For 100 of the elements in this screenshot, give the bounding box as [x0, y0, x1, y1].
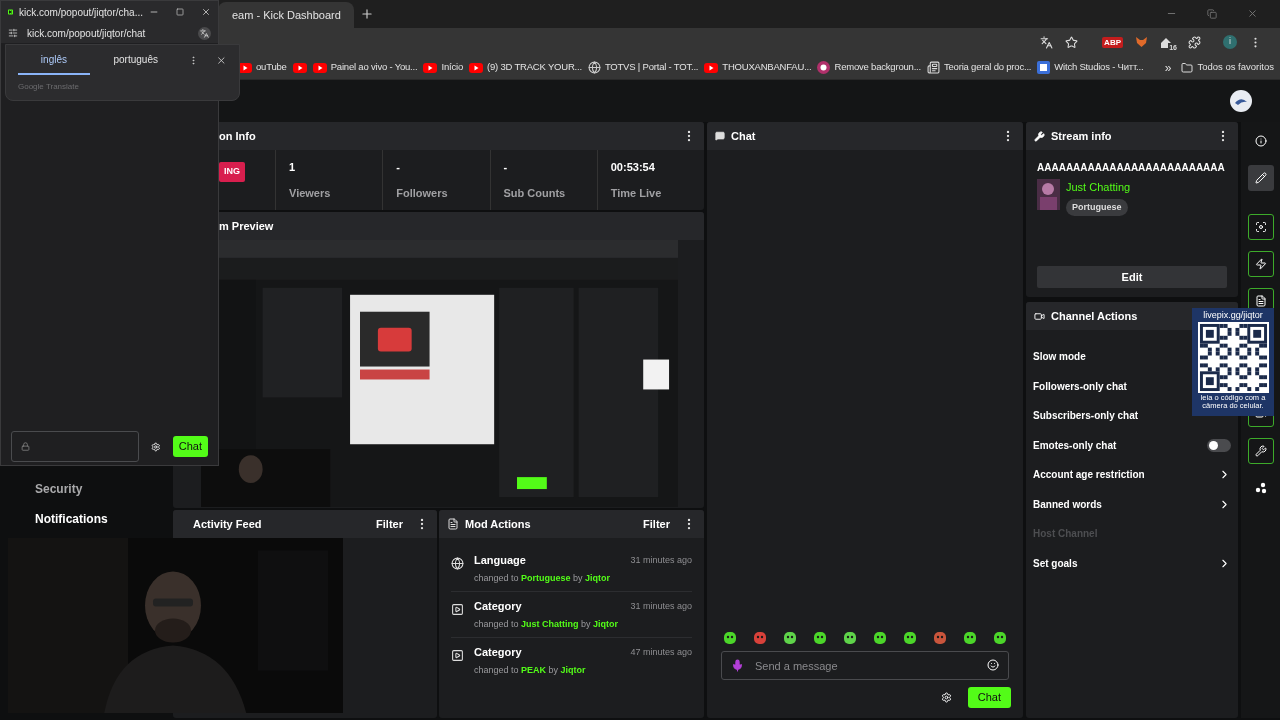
browser-tab[interactable]: eam - Kick Dashboard [218, 2, 354, 28]
message-input[interactable]: Send a message [721, 651, 1009, 680]
play-box-icon [451, 603, 464, 616]
bookmark-link[interactable]: ouTube [256, 60, 287, 75]
channel-action[interactable]: Subscribers-only chat [1033, 408, 1139, 424]
bookmark-link[interactable]: Teoria geral do proc... [944, 60, 1032, 75]
wrench-icon [1034, 130, 1045, 142]
live-status-badge: ING [219, 162, 245, 182]
stat-label: Viewers [289, 186, 332, 201]
sidebar-item[interactable]: Security [35, 480, 170, 498]
camera-icon [1034, 310, 1045, 322]
play-box-icon [451, 649, 464, 662]
settings-icon[interactable] [151, 441, 161, 452]
action-detail: changed to Portuguese by Jiqtor [474, 571, 612, 585]
chat-send-button[interactable]: Chat [967, 687, 1011, 708]
filter-button[interactable]: Filter [643, 515, 670, 533]
video-play-icon [704, 62, 719, 73]
channel-action[interactable]: Followers-only chat [1033, 378, 1127, 394]
emote-icon[interactable] [933, 631, 947, 645]
wrench-icon[interactable] [1248, 438, 1274, 464]
action-time: 31 minutes ago [630, 553, 692, 567]
bookmark-folder[interactable]: Todos os favoritos [1197, 60, 1274, 75]
channel-action[interactable]: Account age restriction [1033, 467, 1145, 483]
pencil-icon[interactable] [1248, 165, 1274, 191]
emoji-icon[interactable] [987, 659, 999, 671]
action-time: 47 minutes ago [630, 645, 692, 659]
category-link[interactable]: Just Chatting [1066, 179, 1131, 196]
bookmark-link[interactable]: TOTVS | Portal - TOT... [604, 60, 699, 75]
translate-icon[interactable] [1040, 35, 1054, 49]
toggle-switch[interactable] [1207, 438, 1231, 452]
stat-value: 00:53:54 [610, 159, 656, 175]
stat-value: 1 [289, 159, 297, 175]
chat-input[interactable] [11, 431, 140, 462]
bookmark-link[interactable]: Início [441, 60, 463, 75]
user-avatar[interactable] [1230, 90, 1252, 112]
action-title: Language [474, 553, 526, 568]
close-icon[interactable] [1247, 8, 1258, 19]
stream-title: AAAAAAAAAAAAAAAAAAAAAAAAAA [1037, 161, 1225, 175]
bookmark-star-icon[interactable] [1065, 35, 1079, 49]
close-icon[interactable] [216, 54, 227, 66]
focus-icon[interactable] [1248, 214, 1274, 240]
chat-send-button[interactable]: Chat [172, 436, 208, 457]
microphone-icon[interactable] [731, 659, 744, 672]
window-title: kick.com/popout/jiqtor/cha... [19, 5, 143, 20]
panel-title: Activity Feed [193, 516, 262, 532]
bookmark-link[interactable]: THOUXANBANFAU... [722, 60, 812, 75]
emote-icon[interactable] [963, 631, 977, 645]
maximize-icon[interactable] [176, 8, 184, 16]
emote-icon[interactable] [843, 631, 857, 645]
newspaper-icon [927, 61, 940, 74]
channel-action[interactable]: Slow mode [1033, 349, 1086, 365]
stat-label: Sub Counts [503, 186, 567, 201]
edit-button[interactable]: Edit [1037, 266, 1227, 288]
new-tab-icon[interactable] [360, 7, 374, 21]
site-logo-icon [1037, 61, 1051, 74]
emote-icon[interactable] [753, 631, 767, 645]
panel-title: on Info [219, 128, 256, 144]
profile-avatar[interactable]: i [1223, 35, 1237, 49]
globe-icon [587, 61, 601, 74]
circle-logo-icon [817, 61, 831, 74]
emote-icon[interactable] [813, 631, 827, 645]
bookmark-link[interactable]: Remove backgroun... [834, 60, 921, 75]
bookmarks-overflow-button[interactable]: » [1164, 58, 1172, 77]
emote-icon[interactable] [723, 631, 737, 645]
channel-action[interactable]: Set goals [1033, 555, 1078, 571]
bookmark-link[interactable]: Witch Studios - Читт... [1054, 60, 1144, 75]
channel-action[interactable]: Banned words [1033, 496, 1102, 512]
video-play-icon [468, 62, 483, 73]
emote-icon[interactable] [873, 631, 887, 645]
panel-title: Channel Actions [1051, 308, 1138, 324]
stat-value: - [503, 159, 509, 175]
adblock-extension-icon[interactable]: ABP [1102, 36, 1123, 48]
panel-title: Stream info [1051, 128, 1112, 144]
bookmark-link[interactable]: (9) 3D TRACK YOUR... [486, 60, 582, 75]
language-tab[interactable]: inglês [18, 45, 90, 75]
stat-value: - [396, 159, 401, 175]
translate-icon[interactable] [198, 26, 211, 40]
fox-extension-icon[interactable] [1135, 36, 1148, 48]
zap-icon[interactable] [1248, 251, 1274, 277]
channel-action[interactable]: Emotes-only chat [1033, 437, 1117, 453]
emote-icon[interactable] [903, 631, 917, 645]
restore-icon[interactable] [1207, 8, 1217, 19]
panel-title: Mod Actions [465, 516, 531, 532]
filter-button[interactable]: Filter [376, 515, 403, 533]
sidebar-item[interactable]: Notifications [35, 510, 170, 528]
action-title: Category [474, 599, 522, 614]
emote-icon[interactable] [783, 631, 797, 645]
site-info-icon[interactable] [8, 28, 18, 38]
qr-code-drawing [1197, 322, 1269, 393]
bookmark-link[interactable]: Painel ao vivo - You... [330, 60, 418, 75]
stat-label: Time Live [610, 186, 663, 201]
document-icon [447, 518, 459, 530]
emote-icon[interactable] [993, 631, 1007, 645]
extensions-icon[interactable] [1188, 35, 1201, 49]
language-tab[interactable]: português [99, 45, 172, 75]
close-icon[interactable] [201, 7, 211, 17]
globe-icon [451, 557, 464, 570]
qr-url: livepix.gg/jiqtor [1203, 310, 1263, 321]
folder-icon [1181, 61, 1194, 74]
settings-icon[interactable] [940, 692, 952, 703]
